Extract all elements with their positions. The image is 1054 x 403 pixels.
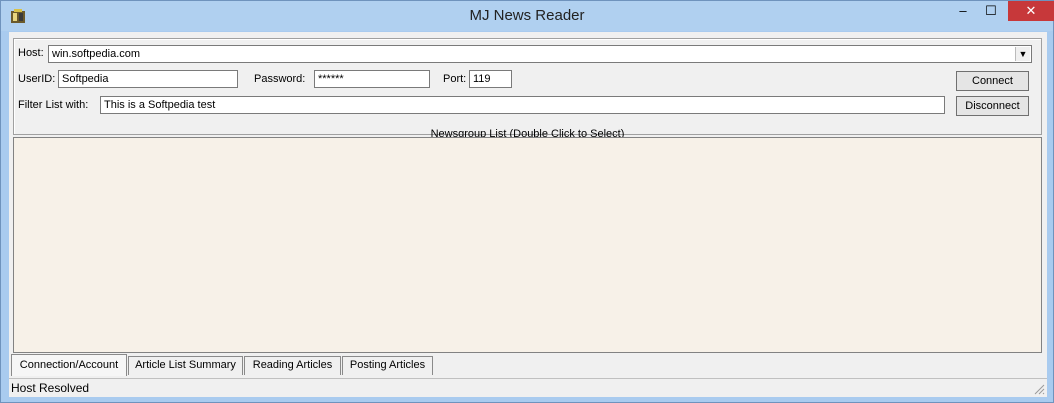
- client-area: Host: win.softpedia.com ▼ UserID: Softpe…: [9, 32, 1047, 397]
- status-text: Host Resolved: [11, 381, 90, 395]
- userid-field[interactable]: Softpedia: [58, 70, 238, 88]
- status-bar: Host Resolved: [9, 378, 1047, 397]
- tab-label: Article List Summary: [135, 359, 236, 371]
- tab-connection-account[interactable]: Connection/Account: [11, 354, 127, 376]
- filter-value: This is a Softpedia test: [104, 99, 216, 111]
- disconnect-label: Disconnect: [965, 100, 1020, 112]
- port-label: Port:: [443, 73, 467, 85]
- maximize-button[interactable]: ☐: [977, 1, 1005, 21]
- tab-posting-articles[interactable]: Posting Articles: [342, 356, 433, 375]
- tab-label: Posting Articles: [349, 359, 426, 371]
- host-value: win.softpedia.com: [52, 48, 141, 60]
- port-value: 119: [473, 73, 491, 85]
- connection-group: Host: win.softpedia.com ▼ UserID: Softpe…: [13, 38, 1042, 140]
- userid-value: Softpedia: [62, 73, 109, 85]
- password-field[interactable]: ******: [314, 70, 430, 88]
- minimize-button[interactable]: ‒: [949, 1, 977, 21]
- maximize-icon: ☐: [985, 3, 997, 18]
- disconnect-button[interactable]: Disconnect: [956, 96, 1029, 116]
- close-button[interactable]: ✕: [1008, 1, 1054, 21]
- filter-label: Filter List with:: [18, 99, 89, 111]
- filter-field[interactable]: This is a Softpedia test: [100, 96, 945, 114]
- chevron-down-icon[interactable]: ▼: [1015, 47, 1030, 61]
- resize-grip-icon[interactable]: [1033, 383, 1045, 395]
- tab-label: Reading Articles: [252, 359, 333, 371]
- host-label: Host:: [18, 47, 44, 59]
- password-label: Password:: [254, 73, 306, 85]
- connect-button[interactable]: Connect: [956, 71, 1029, 91]
- minimize-icon: ‒: [959, 3, 967, 18]
- tab-label: Connection/Account: [19, 359, 119, 371]
- tab-article-list-summary[interactable]: Article List Summary: [128, 356, 243, 375]
- userid-label: UserID:: [18, 73, 56, 85]
- password-value: ******: [318, 73, 344, 85]
- window-title: MJ News Reader: [469, 7, 585, 24]
- connect-label: Connect: [972, 75, 1013, 87]
- newsgroup-list[interactable]: [13, 137, 1042, 353]
- title-bar[interactable]: MJ News Reader ‒ ☐ ✕: [1, 1, 1054, 31]
- port-field[interactable]: 119: [469, 70, 512, 88]
- close-icon: ✕: [1025, 3, 1037, 18]
- app-window: MJ News Reader ‒ ☐ ✕ Host: win.softpedia…: [0, 0, 1054, 403]
- tab-reading-articles[interactable]: Reading Articles: [244, 356, 341, 375]
- host-combobox[interactable]: win.softpedia.com ▼: [48, 45, 1032, 63]
